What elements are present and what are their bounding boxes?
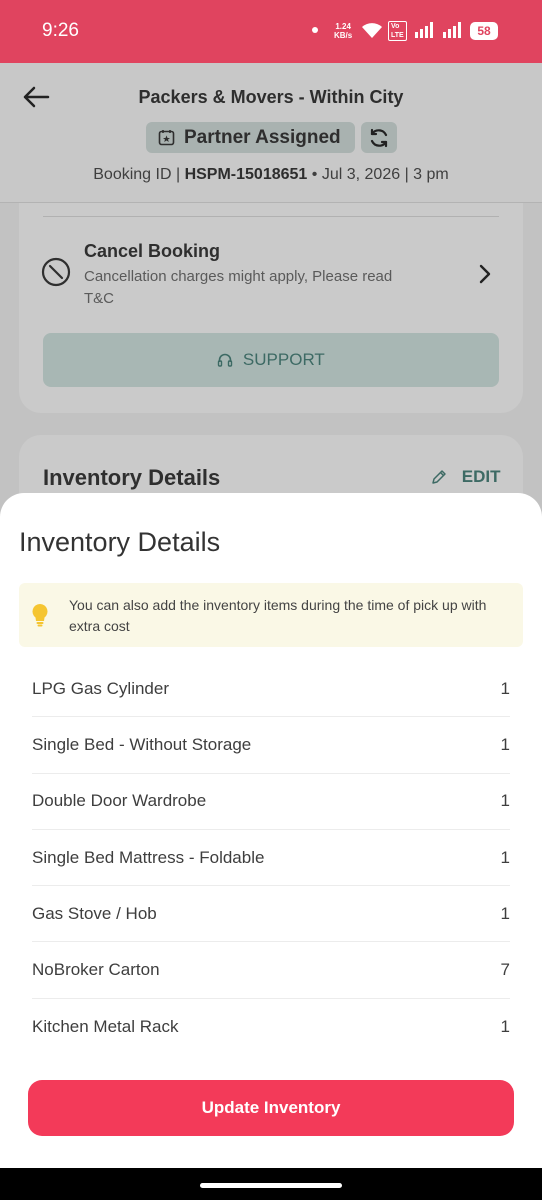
item-qty: 1: [500, 1016, 510, 1036]
refresh-icon: [370, 128, 388, 148]
status-badge: Partner Assigned: [146, 122, 355, 153]
signal-icon-2: [443, 22, 461, 38]
inventory-card-title: Inventory Details: [43, 465, 221, 490]
update-inventory-button[interactable]: Update Inventory: [28, 1080, 514, 1136]
booking-actions-card: Cancel Booking Cancellation charges migh…: [19, 203, 523, 413]
booking-id: HSPM-15018651: [184, 166, 308, 183]
chevron-right-icon[interactable]: [477, 263, 493, 285]
cancel-booking-icon: [41, 257, 71, 287]
booking-separator: •: [311, 166, 318, 183]
item-qty: 1: [500, 678, 510, 698]
list-item: Single Bed Mattress - Foldable 1: [32, 830, 510, 887]
navigation-bar: [0, 1168, 542, 1200]
divider: [43, 216, 499, 217]
item-qty: 1: [500, 847, 510, 867]
item-name: Gas Stove / Hob: [32, 903, 157, 923]
volte-badge: Vo LTE: [388, 21, 407, 41]
edit-label: EDIT: [461, 467, 501, 486]
volte-bottom: LTE: [391, 32, 404, 39]
item-name: NoBroker Carton: [32, 960, 160, 980]
item-name: Double Door Wardrobe: [32, 791, 207, 811]
page-header: Packers & Movers - Within City Partner A…: [0, 63, 542, 203]
info-text: You can also add the inventory items dur…: [69, 597, 487, 634]
list-item: NoBroker Carton 7: [32, 942, 510, 999]
volte-top: Vo: [391, 23, 400, 30]
item-name: LPG Gas Cylinder: [32, 678, 169, 698]
list-item: Gas Stove / Hob 1: [32, 886, 510, 943]
status-bar: 9:26 1.24 KB/s Vo LTE 58: [0, 0, 542, 63]
battery-icon: 58: [470, 22, 498, 40]
item-qty: 1: [500, 734, 510, 754]
support-button[interactable]: SUPPORT: [43, 333, 499, 387]
sheet-title: Inventory Details: [19, 527, 221, 557]
list-item: LPG Gas Cylinder 1: [32, 661, 510, 718]
status-time: 9:26: [42, 20, 79, 41]
booking-date: Jul 3, 2026 | 3 pm: [321, 166, 449, 183]
cancel-booking-title[interactable]: Cancel Booking: [84, 241, 220, 262]
wifi-icon: [362, 23, 382, 38]
home-gesture-handle[interactable]: [200, 1183, 342, 1188]
cancel-booking-subtitle: Cancellation charges might apply, Please…: [84, 268, 393, 307]
lightbulb-icon: [32, 604, 48, 627]
page-title: Packers & Movers - Within City: [138, 87, 404, 107]
partner-badge-icon: [158, 130, 175, 146]
item-name: Kitchen Metal Rack: [32, 1016, 179, 1036]
pencil-icon: [432, 470, 446, 484]
info-banner: You can also add the inventory items dur…: [19, 583, 523, 647]
inventory-list: LPG Gas Cylinder 1 Single Bed - Without …: [32, 661, 510, 1055]
speed-unit: KB/s: [334, 31, 353, 40]
list-item: Double Door Wardrobe 1: [32, 774, 510, 830]
signal-icon: [415, 22, 433, 38]
status-badge-label: Partner Assigned: [184, 127, 341, 148]
item-qty: 1: [500, 791, 510, 811]
item-qty: 7: [500, 960, 510, 980]
support-label: SUPPORT: [242, 350, 325, 369]
item-name: Single Bed Mattress - Foldable: [32, 847, 265, 867]
list-item: Single Bed - Without Storage 1: [32, 717, 510, 774]
item-qty: 1: [500, 903, 510, 923]
headset-icon: [217, 353, 233, 367]
booking-label: Booking ID |: [93, 166, 181, 183]
notification-dot-icon: [312, 27, 318, 33]
booking-info: Booking ID | HSPM-15018651 • Jul 3, 2026…: [0, 166, 542, 184]
network-speed: 1.24 KB/s: [334, 22, 352, 40]
list-item: Kitchen Metal Rack 1: [32, 999, 510, 1055]
speed-value: 1.24: [335, 22, 351, 31]
item-name: Single Bed - Without Storage: [32, 734, 252, 754]
refresh-button[interactable]: [361, 122, 397, 153]
inventory-bottom-sheet: Inventory Details You can also add the i…: [0, 493, 542, 1168]
edit-inventory-button[interactable]: EDIT: [431, 467, 500, 487]
